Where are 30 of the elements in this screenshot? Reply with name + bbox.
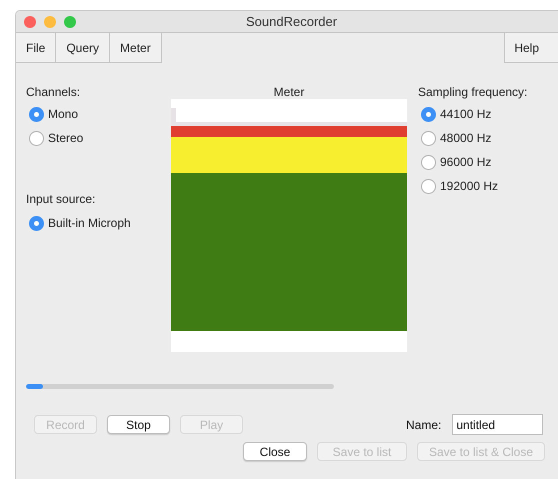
window-title: SoundRecorder [246, 12, 338, 31]
menu-item[interactable]: File [16, 33, 56, 63]
section-label: Sampling frequency: [418, 84, 528, 99]
radio-label: 96000 Hz [440, 154, 492, 171]
close-icon[interactable] [24, 16, 36, 28]
push-button[interactable]: Close [243, 442, 307, 461]
radio-label: Mono [48, 106, 78, 123]
radio-label: Built-in Microph [48, 215, 131, 232]
section-label: Channels: [26, 84, 82, 99]
radio-label: Stereo [48, 130, 84, 147]
radio-label: 48000 Hz [440, 130, 492, 147]
section-label: Input source: [26, 191, 96, 206]
radio-button[interactable] [421, 130, 436, 146]
menu-item[interactable]: Query [56, 33, 110, 63]
radio-button[interactable] [421, 178, 436, 194]
zoom-icon[interactable] [64, 16, 76, 28]
radio-label: 192000 Hz [440, 178, 498, 195]
radio-button[interactable] [421, 154, 436, 170]
radio-button[interactable] [29, 130, 44, 146]
radio-label: 44100 Hz [440, 106, 492, 123]
radio-button[interactable] [29, 216, 44, 230]
radio-button[interactable] [29, 106, 44, 122]
name-field[interactable]: untitled [452, 414, 544, 435]
menu-item[interactable]: Help [504, 33, 558, 63]
push-button[interactable]: Stop [107, 415, 170, 434]
menu-item[interactable]: Meter [110, 33, 162, 63]
minimize-icon[interactable] [44, 16, 56, 28]
meter-title: Meter [274, 84, 304, 99]
field-label: Name: [406, 416, 442, 434]
radio-button[interactable] [421, 106, 436, 122]
